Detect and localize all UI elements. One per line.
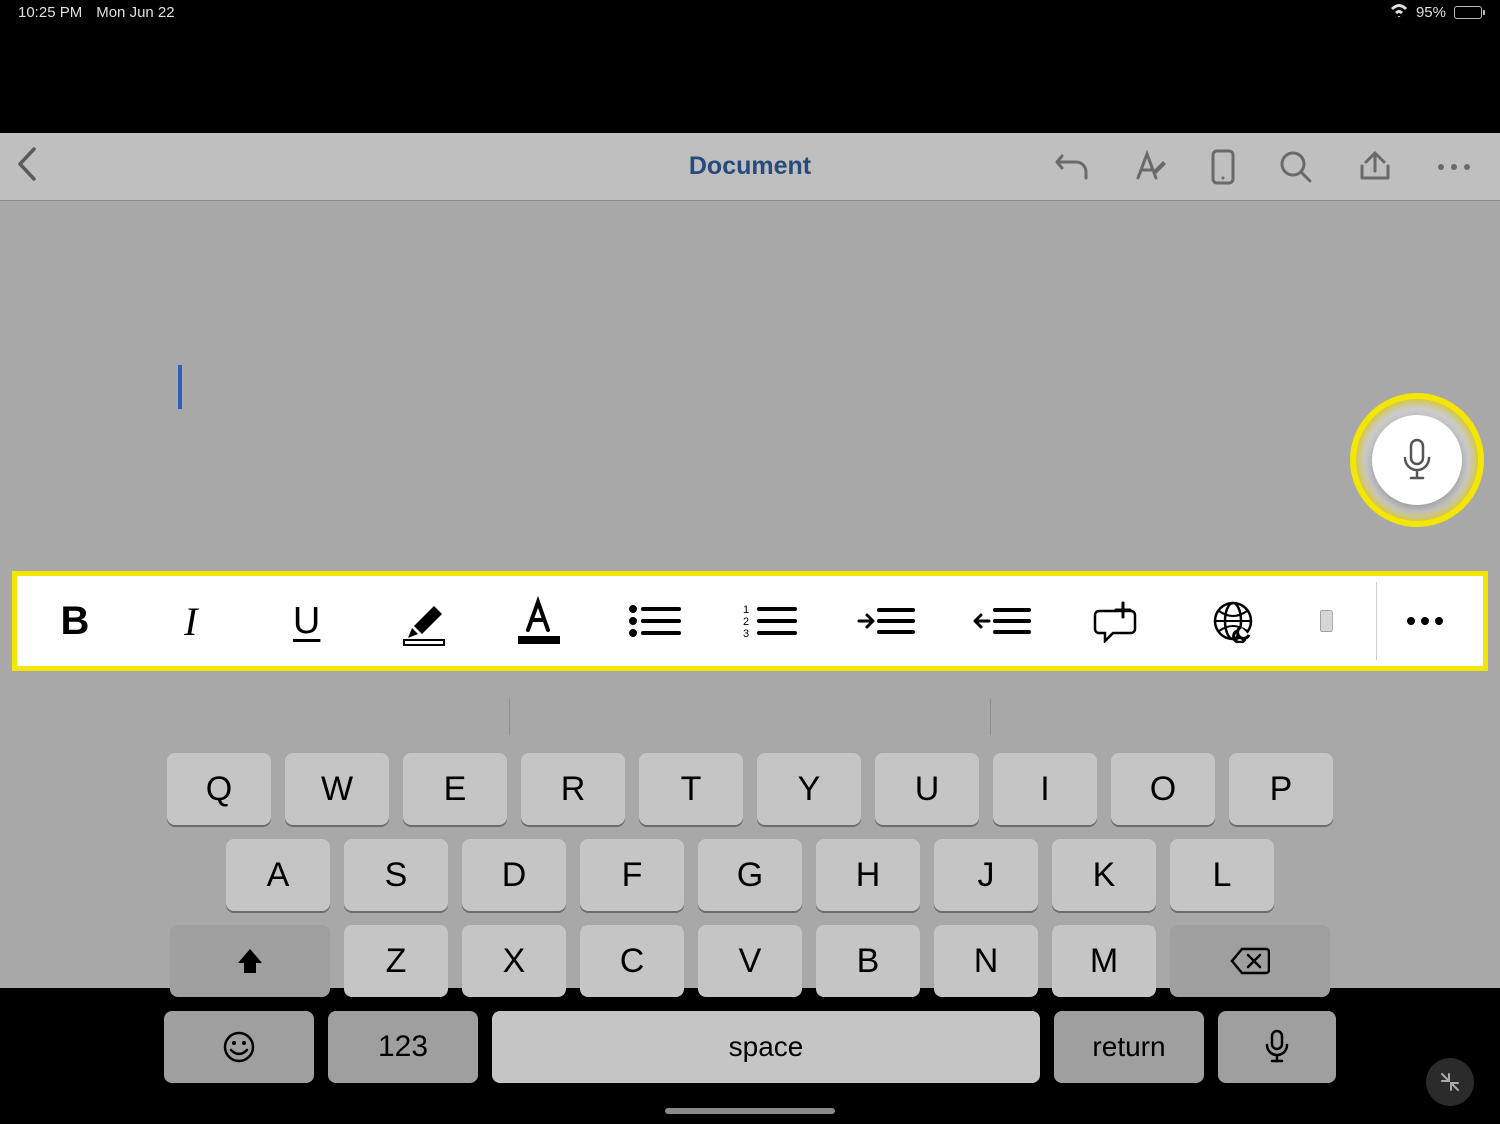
bold-button[interactable]: B (45, 599, 105, 644)
shift-key[interactable] (170, 925, 330, 997)
key-o[interactable]: O (1111, 753, 1215, 825)
key-w[interactable]: W (285, 753, 389, 825)
key-e[interactable]: E (403, 753, 507, 825)
wifi-icon (1390, 3, 1408, 21)
italic-button[interactable]: I (161, 598, 221, 645)
share-button[interactable] (1356, 150, 1394, 184)
key-t[interactable]: T (639, 753, 743, 825)
mobile-view-button[interactable] (1210, 149, 1236, 185)
status-date: Mon Jun 22 (96, 4, 174, 21)
underline-button[interactable]: U (277, 600, 337, 643)
bullet-list-button[interactable] (624, 601, 684, 641)
keyboard-mic-key[interactable] (1218, 1011, 1336, 1083)
toolbar-more-button[interactable] (1395, 615, 1455, 627)
key-g[interactable]: G (698, 839, 802, 911)
key-u[interactable]: U (875, 753, 979, 825)
on-screen-keyboard: Q W E R T Y U I O P A S D F G H J K L Z (0, 681, 1500, 988)
key-b[interactable]: B (816, 925, 920, 997)
partial-tool-icon[interactable] (1319, 601, 1339, 641)
key-row-4: 123 space return (0, 1011, 1500, 1083)
back-button[interactable] (16, 147, 38, 186)
key-row-1: Q W E R T Y U I O P (0, 753, 1500, 825)
return-key[interactable]: return (1054, 1011, 1204, 1083)
key-i[interactable]: I (993, 753, 1097, 825)
battery-percent: 95% (1416, 4, 1446, 21)
key-n[interactable]: N (934, 925, 1038, 997)
suggestion-bar (0, 699, 1500, 739)
font-color-button[interactable] (508, 596, 568, 646)
key-c[interactable]: C (580, 925, 684, 997)
link-button[interactable] (1203, 599, 1263, 643)
minimize-keyboard-button[interactable] (1426, 1058, 1474, 1106)
formatting-toolbar: B I U 123 (12, 571, 1488, 671)
dictation-button[interactable] (1372, 415, 1462, 505)
key-r[interactable]: R (521, 753, 625, 825)
numbers-key[interactable]: 123 (328, 1011, 478, 1083)
key-row-2: A S D F G H J K L (0, 839, 1500, 911)
key-s[interactable]: S (344, 839, 448, 911)
app-window: Document (0, 133, 1500, 988)
numbered-list-button[interactable]: 123 (740, 601, 800, 641)
toolbar-divider (1376, 582, 1377, 660)
key-a[interactable]: A (226, 839, 330, 911)
more-button[interactable] (1436, 162, 1472, 172)
key-f[interactable]: F (580, 839, 684, 911)
emoji-key[interactable] (164, 1011, 314, 1083)
undo-button[interactable] (1054, 150, 1090, 184)
key-j[interactable]: J (934, 839, 1038, 911)
text-style-button[interactable] (1132, 150, 1168, 184)
key-d[interactable]: D (462, 839, 566, 911)
svg-text:3: 3 (743, 628, 749, 640)
key-l[interactable]: L (1170, 839, 1274, 911)
svg-text:2: 2 (743, 616, 749, 628)
key-z[interactable]: Z (344, 925, 448, 997)
comment-button[interactable] (1087, 599, 1147, 643)
search-button[interactable] (1278, 149, 1314, 185)
key-q[interactable]: Q (167, 753, 271, 825)
nav-bar: Document (0, 133, 1500, 201)
key-h[interactable]: H (816, 839, 920, 911)
status-bar: 10:25 PM Mon Jun 22 95% (0, 0, 1500, 24)
outdent-button[interactable] (972, 604, 1032, 638)
key-row-3: Z X C V B N M (0, 925, 1500, 997)
home-indicator[interactable] (665, 1108, 835, 1114)
status-time: 10:25 PM (18, 4, 82, 21)
backspace-key[interactable] (1170, 925, 1330, 997)
key-k[interactable]: K (1052, 839, 1156, 911)
svg-text:1: 1 (743, 604, 749, 616)
dictation-highlight (1350, 393, 1484, 527)
key-y[interactable]: Y (757, 753, 861, 825)
space-key[interactable]: space (492, 1011, 1040, 1083)
key-v[interactable]: V (698, 925, 802, 997)
text-cursor (178, 365, 182, 409)
highlight-button[interactable] (392, 596, 452, 646)
key-x[interactable]: X (462, 925, 566, 997)
key-m[interactable]: M (1052, 925, 1156, 997)
key-p[interactable]: P (1229, 753, 1333, 825)
indent-button[interactable] (856, 604, 916, 638)
battery-icon (1454, 6, 1482, 19)
